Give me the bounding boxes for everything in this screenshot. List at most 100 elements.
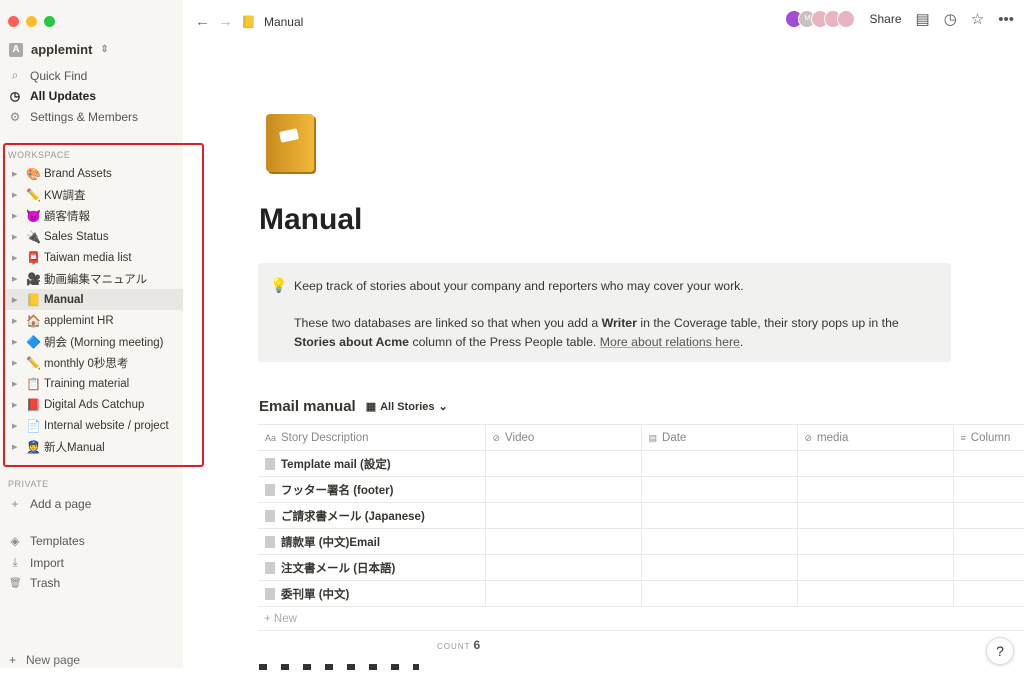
table-row[interactable]: フッター署名 (footer)	[258, 476, 1024, 503]
empty-cell[interactable]	[952, 476, 1024, 503]
search-icon: ⌕	[11, 68, 19, 82]
document-icon	[265, 483, 275, 496]
workspace-switcher[interactable]: A applemint ⇕	[9, 42, 109, 57]
star-icon[interactable]: ☆	[971, 10, 984, 28]
new-page-label: New page	[26, 653, 81, 667]
empty-cell[interactable]	[640, 580, 797, 607]
page-title[interactable]: Manual	[259, 203, 362, 237]
more-icon[interactable]: •••	[998, 11, 1014, 28]
empty-cell[interactable]	[796, 580, 953, 607]
empty-cell[interactable]	[484, 554, 641, 581]
nav-import[interactable]: ⤓ Import	[9, 555, 64, 570]
nav-trash[interactable]: 🗑 Trash	[9, 576, 60, 590]
import-icon: ⤓	[12, 555, 18, 569]
zoom-window-button[interactable]	[44, 16, 55, 27]
empty-cell[interactable]	[796, 554, 953, 581]
empty-cell[interactable]	[640, 476, 797, 503]
story-cell[interactable]: 注文書メール (日本語)	[258, 554, 485, 581]
empty-cell[interactable]	[484, 476, 641, 503]
column-type-icon: Aa	[265, 432, 277, 443]
nav-label: Templates	[30, 534, 85, 548]
help-button[interactable]: ?	[986, 637, 1014, 665]
database-header: Email manual ▦ All Stories ⌄	[259, 398, 448, 415]
breadcrumb[interactable]: Manual	[264, 15, 303, 29]
history-clock-icon[interactable]: ◷	[944, 10, 957, 28]
new-page-button[interactable]: + New page	[9, 653, 80, 667]
add-page-button[interactable]: + Add a page	[9, 497, 91, 511]
empty-cell[interactable]	[640, 528, 797, 555]
new-row-button[interactable]: + New	[258, 606, 1024, 631]
empty-cell[interactable]	[484, 580, 641, 607]
nav-all-updates[interactable]: ◷ All Updates	[9, 89, 96, 103]
empty-cell[interactable]	[796, 502, 953, 529]
callout-block[interactable]: 💡 Keep track of stories about your compa…	[258, 263, 951, 362]
close-window-button[interactable]	[8, 16, 19, 27]
column-header[interactable]: ⊘ media	[796, 424, 953, 451]
workspace-name: applemint	[31, 42, 93, 57]
document-icon	[265, 561, 275, 574]
story-cell[interactable]: フッター署名 (footer)	[258, 476, 485, 503]
gear-icon: ⚙	[9, 110, 21, 124]
empty-cell[interactable]	[484, 528, 641, 555]
lightbulb-icon: 💡	[270, 277, 288, 293]
column-header[interactable]: ▤ Date	[640, 424, 797, 451]
highlight-annotation	[3, 143, 204, 467]
chevron-updown-icon: ⇕	[100, 44, 109, 55]
empty-cell[interactable]	[796, 476, 953, 503]
page-emoji-icon: 📒	[241, 14, 256, 29]
plus-icon: +	[11, 497, 19, 511]
nav-label: Import	[30, 555, 65, 570]
collaborator-avatars[interactable]: M	[785, 10, 856, 28]
next-database-title-cutoff	[259, 664, 419, 670]
empty-cell[interactable]	[796, 528, 953, 555]
nav-label: Trash	[30, 576, 61, 590]
empty-cell[interactable]	[640, 554, 797, 581]
comment-icon[interactable]: ▤	[916, 10, 930, 28]
column-type-icon: ⊘	[804, 432, 813, 443]
story-cell[interactable]: 委刊單 (中文)	[258, 580, 485, 607]
column-header[interactable]: Aa Story Description	[258, 424, 485, 451]
nav-settings[interactable]: ⚙ Settings & Members	[9, 110, 138, 124]
table-row[interactable]: 請款單 (中文)Email	[258, 528, 1024, 555]
column-header[interactable]: ≡ Column	[952, 424, 1024, 451]
private-section-label: PRIVATE	[8, 479, 49, 489]
table-row[interactable]: 注文書メール (日本語)	[258, 554, 1024, 581]
empty-cell[interactable]	[484, 450, 641, 477]
nav-quick-find[interactable]: ⌕ Quick Find	[9, 68, 88, 83]
story-cell[interactable]: 請款單 (中文)Email	[258, 528, 485, 555]
empty-cell[interactable]	[952, 554, 1024, 581]
callout-line-1: Keep track of stories about your company…	[294, 279, 744, 293]
empty-cell[interactable]	[952, 502, 1024, 529]
empty-cell[interactable]	[484, 502, 641, 529]
database-title[interactable]: Email manual	[259, 398, 356, 415]
table-row[interactable]: Template mail (設定)	[258, 450, 1024, 477]
page-book-icon[interactable]	[266, 114, 314, 172]
relations-link[interactable]: More about relations here	[600, 335, 740, 349]
empty-cell[interactable]	[952, 528, 1024, 555]
document-icon	[265, 509, 275, 522]
empty-cell[interactable]	[640, 502, 797, 529]
templates-icon: ◈	[10, 534, 20, 548]
nav-templates[interactable]: ◈ Templates	[9, 534, 85, 548]
add-page-label: Add a page	[30, 497, 92, 511]
table-row[interactable]: ご請求書メール (Japanese)	[258, 502, 1024, 529]
view-selector[interactable]: ▦ All Stories ⌄	[366, 400, 448, 414]
empty-cell[interactable]	[640, 450, 797, 477]
share-button[interactable]: Share	[869, 12, 901, 26]
empty-cell[interactable]	[796, 450, 953, 477]
clock-icon: ◷	[9, 89, 21, 103]
minimize-window-button[interactable]	[26, 16, 37, 27]
empty-cell[interactable]	[952, 450, 1024, 477]
document-icon	[265, 587, 275, 600]
forward-arrow-icon[interactable]: →	[218, 13, 233, 30]
row-count: COUNT 6	[437, 638, 481, 652]
table-row[interactable]: 委刊單 (中文)	[258, 580, 1024, 607]
story-cell[interactable]: ご請求書メール (Japanese)	[258, 502, 485, 529]
story-cell[interactable]: Template mail (設定)	[258, 450, 485, 477]
avatar	[837, 10, 856, 28]
back-arrow-icon[interactable]: ←	[195, 13, 210, 30]
empty-cell[interactable]	[952, 580, 1024, 607]
database-table: Aa Story Description ⊘ Video ▤ Date ⊘ media ≡ Col…	[258, 424, 1024, 607]
topbar: ← → 📒 Manual M Share ▤ ◷ ☆ •••	[183, 0, 1024, 40]
column-header[interactable]: ⊘ Video	[484, 424, 641, 451]
